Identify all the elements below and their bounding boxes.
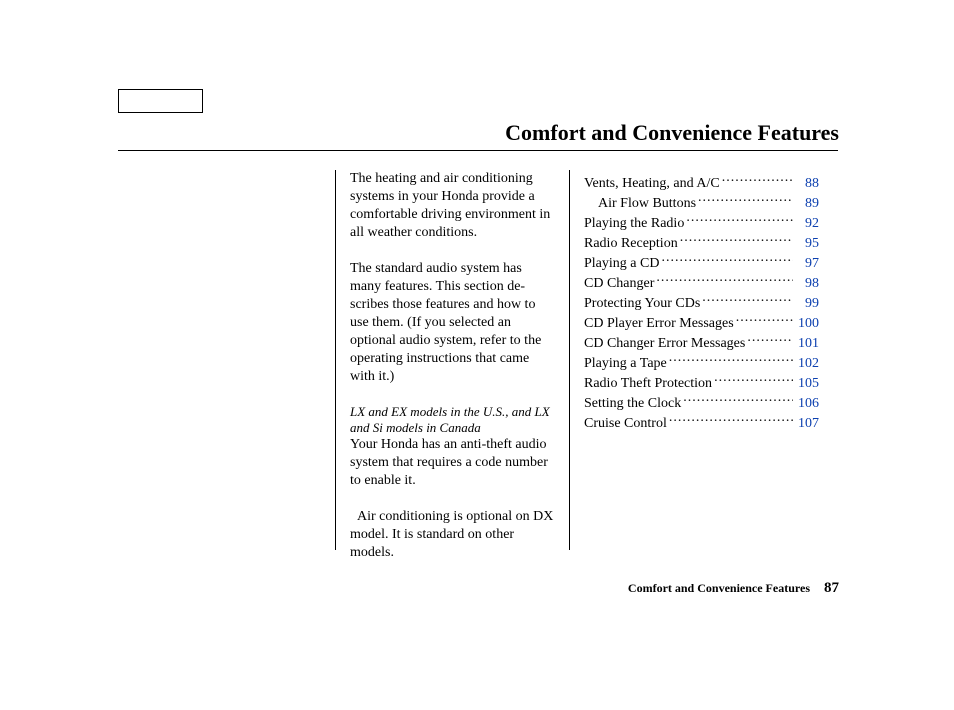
toc-entry[interactable]: Setting the Clock 106	[584, 393, 819, 413]
intro-paragraph-2: The standard audio system has many featu…	[350, 260, 555, 386]
toc-column: Vents, Heating, and A/C88Air Flow Button…	[584, 170, 819, 562]
toc-entry-page[interactable]: 107	[795, 415, 819, 433]
toc-entry-page[interactable]: 101	[795, 335, 819, 353]
toc-entry-label: Vents, Heating, and A/C	[584, 175, 720, 193]
toc-entry-page[interactable]: 99	[795, 295, 819, 313]
content-columns: The heating and air conditioning systems…	[335, 170, 819, 562]
toc-entry-label: Cruise Control	[584, 415, 667, 433]
toc-leader-dots	[686, 213, 793, 227]
toc-entry-page[interactable]: 106	[795, 395, 819, 413]
toc-entry-label: Air Flow Buttons	[598, 195, 696, 213]
column-divider-left	[335, 170, 336, 550]
toc-entry-page[interactable]: 88	[795, 175, 819, 193]
toc-entry[interactable]: CD Changer Error Messages 101	[584, 333, 819, 353]
toc-entry-label: CD Player Error Messages	[584, 315, 734, 333]
toc-leader-dots	[736, 313, 793, 327]
toc-entry[interactable]: Playing a Tape 102	[584, 353, 819, 373]
toc-entry-label: CD Changer Error Messages	[584, 335, 745, 353]
toc-entry-label: Setting the Clock	[584, 395, 681, 413]
toc-entry[interactable]: Cruise Control 107	[584, 413, 819, 433]
intro-paragraph-4: Air conditioning is optional on DX model…	[350, 508, 555, 562]
toc-entry[interactable]: Playing a CD 97	[584, 253, 819, 273]
footer-page-number: 87	[824, 580, 839, 597]
toc-leader-dots	[661, 253, 793, 267]
toc-entry-label: Playing a CD	[584, 255, 659, 273]
footer-section-title: Comfort and Convenience Features	[628, 581, 810, 596]
toc-leader-dots	[722, 173, 793, 187]
page-container: Comfort and Convenience Features The hea…	[0, 0, 954, 710]
toc-entry[interactable]: Radio Reception 95	[584, 233, 819, 253]
intro-paragraph-3: Your Honda has an anti-theft audio syste…	[350, 436, 555, 490]
toc-entry-page[interactable]: 92	[795, 215, 819, 233]
toc-entry-label: Radio Reception	[584, 235, 678, 253]
toc-entry-page[interactable]: 98	[795, 275, 819, 293]
page-title: Comfort and Convenience Features	[505, 120, 839, 146]
toc-leader-dots	[683, 393, 793, 407]
corner-decor-box	[118, 89, 203, 113]
toc-leader-dots	[698, 193, 793, 207]
toc-entry[interactable]: CD Changer 98	[584, 273, 819, 293]
intro-text-column: The heating and air conditioning systems…	[350, 170, 555, 562]
intro-paragraph-1: The heating and air conditioning systems…	[350, 170, 555, 242]
toc-leader-dots	[714, 373, 793, 387]
toc-entry-page[interactable]: 97	[795, 255, 819, 273]
column-divider-right	[569, 170, 570, 550]
toc-entry-page[interactable]: 95	[795, 235, 819, 253]
toc-entry-label: CD Changer	[584, 275, 654, 293]
toc-entry-label: Playing the Radio	[584, 215, 684, 233]
page-footer: Comfort and Convenience Features 87	[628, 580, 839, 597]
toc-entry-page[interactable]: 89	[795, 195, 819, 213]
toc-entry[interactable]: Radio Theft Protection 105	[584, 373, 819, 393]
toc-leader-dots	[669, 353, 793, 367]
toc-entry-label: Radio Theft Protection	[584, 375, 712, 393]
toc-entry-label: Protecting Your CDs	[584, 295, 700, 313]
toc-entry[interactable]: Air Flow Buttons 89	[584, 193, 819, 213]
toc-entry[interactable]: Playing the Radio 92	[584, 213, 819, 233]
toc-entry-page[interactable]: 105	[795, 375, 819, 393]
toc-leader-dots	[669, 413, 793, 427]
models-note: LX and EX models in the U.S., and LX and…	[350, 404, 555, 436]
toc-entry[interactable]: Vents, Heating, and A/C 88	[584, 173, 819, 193]
toc-leader-dots	[680, 233, 793, 247]
toc-leader-dots	[702, 293, 793, 307]
toc-leader-dots	[747, 333, 793, 347]
toc-leader-dots	[656, 273, 793, 287]
header-rule	[118, 150, 838, 151]
toc-entry-page[interactable]: 102	[795, 355, 819, 373]
toc-entry[interactable]: CD Player Error Messages 100	[584, 313, 819, 333]
toc-entry-page[interactable]: 100	[795, 315, 819, 333]
toc-entry[interactable]: Protecting Your CDs 99	[584, 293, 819, 313]
toc-entry-label: Playing a Tape	[584, 355, 667, 373]
